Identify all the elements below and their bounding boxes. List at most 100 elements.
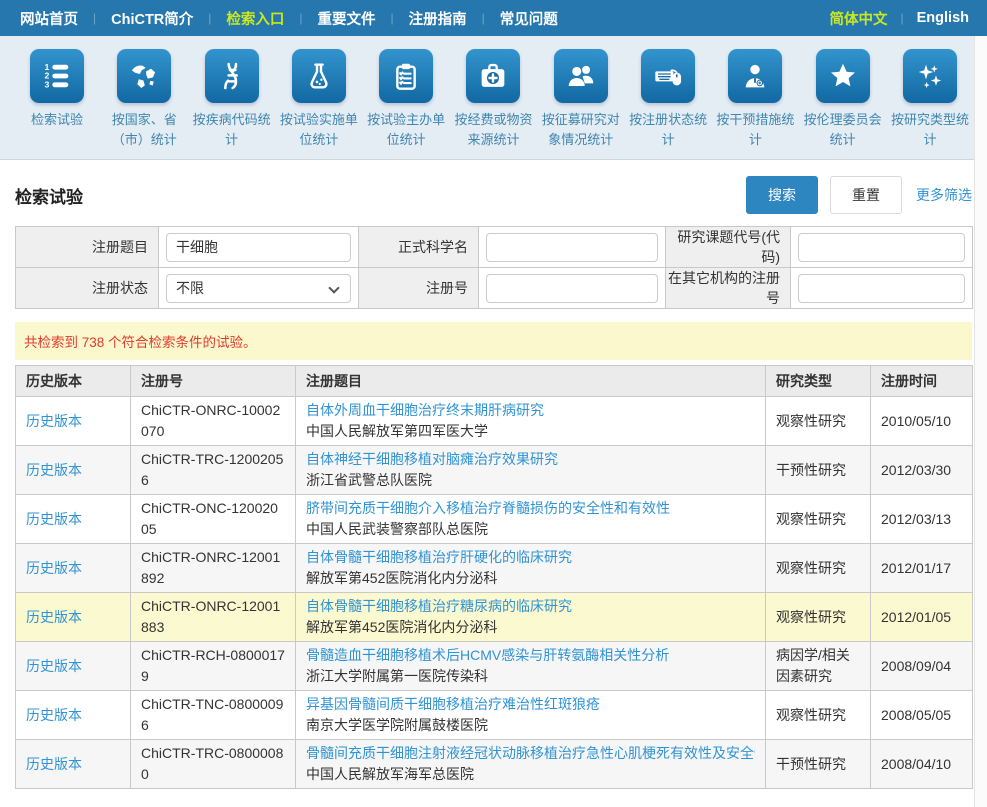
reg-number-cell: ChiCTR-ONC-12002005 [131, 495, 296, 544]
stat-item-by-study-type[interactable]: 按研究类型统计 [887, 49, 973, 150]
dna-icon [205, 49, 259, 103]
stat-item-by-recruitment-status[interactable]: 按征募研究对象情况统计 [538, 49, 624, 150]
stat-item-search-trials[interactable]: 1 2 3 检索试验 [14, 49, 100, 150]
chevron-down-icon [328, 282, 339, 293]
study-type-cell: 观察性研究 [766, 691, 871, 740]
stat-label: 按伦理委员会统计 [800, 110, 886, 150]
trial-title-link[interactable]: 骨髓间充质干细胞注射液经冠状动脉移植治疗急性心肌梗死有效性及安全性的随机... [306, 743, 755, 764]
stat-item-by-country-province[interactable]: 按国家、省（市）统计 [101, 49, 187, 150]
stats-icon-bar: 1 2 3 检索试验 按国家、省（市）统计 按疾病代码统计 [0, 36, 987, 160]
reg-status-selected-value: 不限 [176, 278, 204, 298]
scrollbar-track[interactable] [974, 36, 987, 807]
column-header-study-type: 研究类型 [766, 366, 871, 397]
search-form: 注册题目 正式科学名 研究课题代号(代码) 注册状态 不限 注册号 在其它机构的… [15, 226, 973, 309]
nav-item-search-entry[interactable]: 检索入口 [224, 8, 286, 29]
page-title: 检索试验 [15, 183, 746, 208]
organization-text: 南京大学医学院附属鼓楼医院 [306, 717, 488, 733]
result-count-banner: 共检索到 738 个符合检索条件的试验。 [15, 322, 972, 360]
table-row: 历史版本 ChiCTR-TRC-12002056 自体神经干细胞移植对脑瘫治疗效… [16, 446, 973, 495]
reg-number-cell: ChiCTR-TRC-08000080 [131, 740, 296, 789]
stat-item-by-funding-source[interactable]: 按经费或物资来源统计 [450, 49, 536, 150]
svg-text:3: 3 [44, 79, 49, 89]
reg-status-select[interactable]: 不限 [166, 274, 351, 303]
star-icon [816, 49, 870, 103]
stat-item-by-implementing-unit[interactable]: 按试验实施单位统计 [276, 49, 362, 150]
reg-number-cell: ChiCTR-ONRC-12001892 [131, 544, 296, 593]
organization-text: 中国人民武装警察部队总医院 [306, 521, 488, 537]
reg-title-input[interactable] [166, 233, 351, 262]
stat-label: 按试验主办单位统计 [363, 110, 449, 150]
stat-label: 按干预措施统计 [712, 110, 798, 150]
nav-item-faq[interactable]: 常见问题 [498, 8, 560, 29]
trial-title-link[interactable]: 异基因骨髓间质干细胞移植治疗难治性红斑狼疮 [306, 694, 755, 715]
table-row: 历史版本 ChiCTR-TNC-08000096 异基因骨髓间质干细胞移植治疗难… [16, 691, 973, 740]
nav-separator: | [208, 11, 211, 25]
trial-title-link[interactable]: 骨髓造血干细胞移植术后HCMV感染与肝转氨酶相关性分析 [306, 645, 755, 666]
study-type-cell: 观察性研究 [766, 593, 871, 642]
history-version-link[interactable]: 历史版本 [26, 658, 82, 674]
organization-text: 中国人民解放军海军总医院 [306, 766, 474, 782]
section-header: 检索试验 搜索 重置 更多筛选 [15, 176, 972, 214]
history-version-link[interactable]: 历史版本 [26, 707, 82, 723]
stat-label: 按注册状态统计 [625, 110, 711, 150]
history-version-link[interactable]: 历史版本 [26, 609, 82, 625]
reg-date-cell: 2012/03/30 [871, 446, 973, 495]
nav-separator: | [482, 11, 485, 25]
table-row: 历史版本 ChiCTR-ONC-12002005 脐带间充质干细胞介入移植治疗脊… [16, 495, 973, 544]
trial-title-link[interactable]: 自体骨髓干细胞移植治疗肝硬化的临床研究 [306, 547, 755, 568]
table-row: 历史版本 ChiCTR-RCH-08000179 骨髓造血干细胞移植术后HCMV… [16, 642, 973, 691]
stat-item-by-disease-code[interactable]: 按疾病代码统计 [189, 49, 275, 150]
study-type-cell: 观察性研究 [766, 495, 871, 544]
history-version-link[interactable]: 历史版本 [26, 756, 82, 772]
language-simplified-chinese[interactable]: 简体中文 [830, 8, 888, 29]
nav-separator: | [391, 11, 394, 25]
reset-button[interactable]: 重置 [830, 176, 902, 214]
reg-number-cell: ChiCTR-ONRC-10002070 [131, 397, 296, 446]
reg-date-cell: 2008/09/04 [871, 642, 973, 691]
clipboard-icon [379, 49, 433, 103]
keyboard-mouse-icon [641, 49, 695, 103]
search-button[interactable]: 搜索 [746, 176, 818, 214]
history-version-link[interactable]: 历史版本 [26, 560, 82, 576]
other-reg-number-label: 在其它机构的注册号 [666, 268, 791, 309]
reg-number-input[interactable] [486, 274, 658, 303]
organization-text: 浙江省武警总队医院 [306, 472, 432, 488]
top-navigation: 网站首页 | ChiCTR简介 | 检索入口 | 重要文件 | 注册指南 | 常… [0, 0, 987, 36]
stat-label: 按征募研究对象情况统计 [538, 110, 624, 150]
trial-title-link[interactable]: 自体外周血干细胞治疗终末期肝病研究 [306, 400, 755, 421]
study-type-cell: 观察性研究 [766, 544, 871, 593]
trial-title-link[interactable]: 脐带间充质干细胞介入移植治疗脊髓损伤的安全性和有效性 [306, 498, 755, 519]
organization-text: 解放军第452医院消化内分泌科 [306, 570, 497, 586]
more-filters-link[interactable]: 更多筛选 [916, 185, 972, 205]
language-english[interactable]: English [917, 10, 969, 26]
reg-number-cell: ChiCTR-ONRC-12001883 [131, 593, 296, 642]
nav-item-home[interactable]: 网站首页 [18, 8, 80, 29]
trial-title-link[interactable]: 自体神经干细胞移植对脑瘫治疗效果研究 [306, 449, 755, 470]
stat-item-by-intervention[interactable]: 按干预措施统计 [712, 49, 798, 150]
stat-item-by-ethics-committee[interactable]: 按伦理委员会统计 [800, 49, 886, 150]
column-header-history: 历史版本 [16, 366, 131, 397]
nav-item-registration-guide[interactable]: 注册指南 [407, 8, 469, 29]
stat-item-by-sponsor-unit[interactable]: 按试验主办单位统计 [363, 49, 449, 150]
nav-item-important-documents[interactable]: 重要文件 [316, 8, 378, 29]
stat-label: 按试验实施单位统计 [276, 110, 362, 150]
trial-title-link[interactable]: 自体骨髓干细胞移植治疗糖尿病的临床研究 [306, 596, 755, 617]
doctor-icon [728, 49, 782, 103]
history-version-link[interactable]: 历史版本 [26, 511, 82, 527]
table-row: 历史版本 ChiCTR-TRC-08000080 骨髓间充质干细胞注射液经冠状动… [16, 740, 973, 789]
study-type-cell: 干预性研究 [766, 740, 871, 789]
history-version-link[interactable]: 历史版本 [26, 462, 82, 478]
other-reg-number-input[interactable] [798, 274, 965, 303]
scientific-name-label: 正式科学名 [359, 227, 479, 268]
table-row-highlighted: 历史版本 ChiCTR-ONRC-12001883 自体骨髓干细胞移植治疗糖尿病… [16, 593, 973, 642]
scientific-name-input[interactable] [486, 233, 658, 262]
nav-item-chictr-intro[interactable]: ChiCTR简介 [109, 8, 195, 29]
stat-item-by-registration-status[interactable]: 按注册状态统计 [625, 49, 711, 150]
reg-number-label: 注册号 [359, 268, 479, 309]
history-version-link[interactable]: 历史版本 [26, 413, 82, 429]
study-code-input[interactable] [798, 233, 965, 262]
reg-status-label: 注册状态 [16, 268, 159, 309]
first-aid-kit-icon [466, 49, 520, 103]
stat-label: 按国家、省（市）统计 [101, 110, 187, 150]
reg-date-cell: 2010/05/10 [871, 397, 973, 446]
